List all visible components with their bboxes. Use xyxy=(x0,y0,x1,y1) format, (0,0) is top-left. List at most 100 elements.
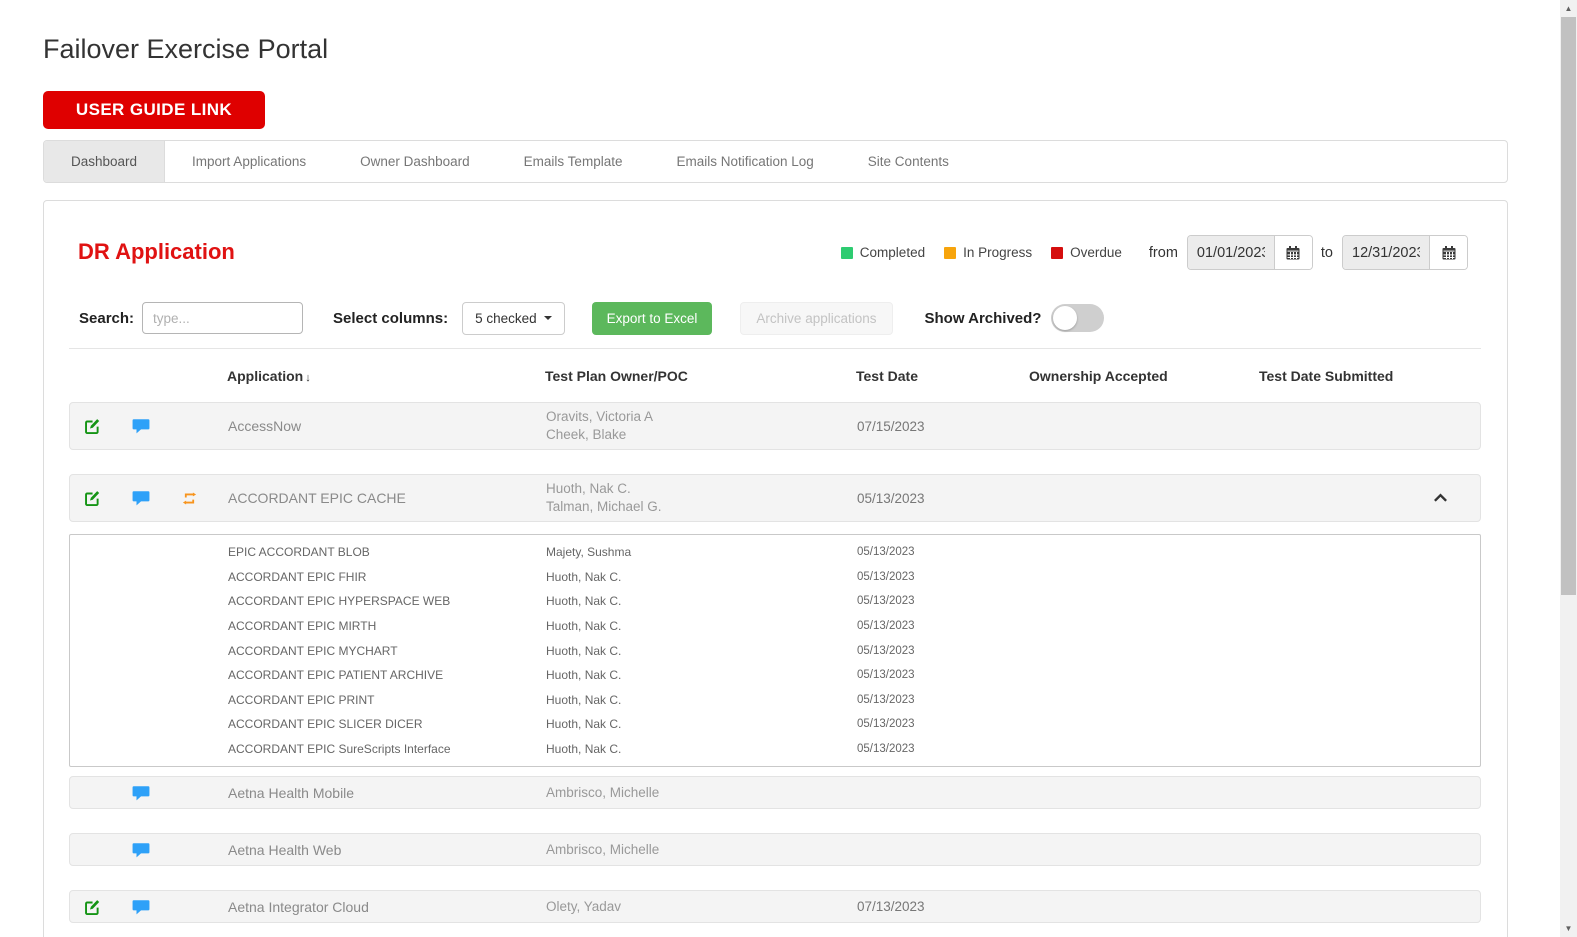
owner-line: Ambrisco, Michelle xyxy=(546,784,857,802)
child-test-date: 05/13/2023 xyxy=(857,645,1030,657)
overdue-status-swatch xyxy=(1051,247,1063,259)
user-guide-link-button[interactable]: USER GUIDE LINK xyxy=(43,91,265,129)
child-owner-poc: Huoth, Nak C. xyxy=(546,570,857,584)
select-columns-label: Select columns: xyxy=(333,310,448,327)
owner-line: Talman, Michael G. xyxy=(546,498,857,516)
tab-site-contents[interactable]: Site Contents xyxy=(841,141,976,182)
child-application-name: ACCORDANT EPIC MYCHART xyxy=(228,644,546,658)
header-test-date-submitted[interactable]: Test Date Submitted xyxy=(1259,368,1431,384)
export-to-excel-button[interactable]: Export to Excel xyxy=(592,302,713,335)
child-ownership-accepted-cell xyxy=(1030,666,1260,684)
header-owner[interactable]: Test Plan Owner/POC xyxy=(545,368,856,384)
child-test-date: 05/13/2023 xyxy=(857,571,1030,583)
child-ownership-accepted-cell xyxy=(1030,715,1260,733)
child-table-row: ACCORDANT EPIC FHIRHuoth, Nak C.05/13/20… xyxy=(70,565,1480,590)
child-test-date-submitted-cell xyxy=(1260,568,1432,586)
child-test-date-submitted-cell xyxy=(1260,642,1432,660)
edit-icon[interactable] xyxy=(82,488,102,508)
row-action-icons xyxy=(70,834,228,865)
dr-application-panel: DR Application Completed In Progress Ove… xyxy=(43,200,1508,937)
child-ownership-accepted-cell xyxy=(1030,592,1260,610)
row-action-icons xyxy=(70,777,228,808)
application-name: AccessNow xyxy=(228,418,546,434)
icon-slot-empty xyxy=(82,840,102,860)
header-ownership-accepted[interactable]: Ownership Accepted xyxy=(1029,368,1259,384)
show-archived-label: Show Archived? xyxy=(925,310,1042,327)
collapse-chevron-icon[interactable] xyxy=(1432,493,1480,503)
child-test-date: 05/13/2023 xyxy=(857,669,1030,681)
calendar-icon xyxy=(1441,245,1457,261)
show-archived-toggle[interactable] xyxy=(1051,304,1104,332)
test-date: 07/13/2023 xyxy=(857,899,1030,914)
tab-dashboard[interactable]: Dashboard xyxy=(44,141,165,182)
child-ownership-accepted-cell xyxy=(1030,617,1260,635)
legend-in-progress: In Progress xyxy=(944,245,1032,260)
owner-poc: Huoth, Nak C.Talman, Michael G. xyxy=(546,480,857,516)
scroll-up-icon[interactable]: ▲ xyxy=(1560,0,1577,17)
to-date-input[interactable] xyxy=(1343,236,1429,269)
repeat-icon[interactable] xyxy=(179,488,199,508)
tab-emails-template[interactable]: Emails Template xyxy=(497,141,650,182)
sort-down-icon: ↓ xyxy=(305,372,311,384)
application-name: Aetna Health Mobile xyxy=(228,785,546,801)
from-calendar-button[interactable] xyxy=(1274,236,1312,269)
icon-slot-empty xyxy=(179,897,199,917)
tab-import-applications[interactable]: Import Applications xyxy=(165,141,333,182)
child-test-date: 05/13/2023 xyxy=(857,694,1030,706)
child-test-date-submitted-cell xyxy=(1260,666,1432,684)
tab-emails-notification-log[interactable]: Emails Notification Log xyxy=(649,141,840,182)
select-columns-dropdown[interactable]: 5 checked xyxy=(462,302,565,335)
icon-slot-empty xyxy=(82,783,102,803)
edit-icon[interactable] xyxy=(82,416,102,436)
icon-slot-empty xyxy=(179,840,199,860)
icon-slot-empty xyxy=(179,783,199,803)
row-action-icons xyxy=(70,891,228,922)
child-table-row: ACCORDANT EPIC PRINTHuoth, Nak C.05/13/2… xyxy=(70,688,1480,713)
vertical-scrollbar[interactable]: ▲ ▼ xyxy=(1560,0,1577,937)
child-test-date: 05/13/2023 xyxy=(857,718,1030,730)
child-application-name: ACCORDANT EPIC MIRTH xyxy=(228,619,546,633)
search-input[interactable] xyxy=(142,302,303,334)
table-toolbar: Search: Select columns: 5 checked Export… xyxy=(79,301,1104,335)
comment-icon[interactable] xyxy=(131,416,151,436)
comment-icon[interactable] xyxy=(131,783,151,803)
icon-slot-empty xyxy=(179,416,199,436)
comment-icon[interactable] xyxy=(131,840,151,860)
toggle-knob xyxy=(1053,306,1077,330)
comment-icon[interactable] xyxy=(131,897,151,917)
child-table-row: ACCORDANT EPIC HYPERSPACE WEBHuoth, Nak … xyxy=(70,589,1480,614)
header-application[interactable]: Application↓ xyxy=(227,368,545,384)
child-table-row: ACCORDANT EPIC PATIENT ARCHIVEHuoth, Nak… xyxy=(70,663,1480,688)
child-test-date-submitted-cell xyxy=(1260,691,1432,709)
child-ownership-accepted-cell xyxy=(1030,543,1260,561)
child-test-date: 05/13/2023 xyxy=(857,595,1030,607)
owner-line: Ambrisco, Michelle xyxy=(546,841,857,859)
child-application-name: ACCORDANT EPIC SureScripts Interface xyxy=(228,742,546,756)
to-calendar-button[interactable] xyxy=(1429,236,1467,269)
from-date-group xyxy=(1187,235,1313,270)
child-ownership-accepted-cell xyxy=(1030,740,1260,758)
in-progress-status-swatch xyxy=(944,247,956,259)
row-action-icons xyxy=(70,403,228,449)
child-owner-poc: Huoth, Nak C. xyxy=(546,693,857,707)
header-test-date[interactable]: Test Date xyxy=(856,368,1029,384)
table-row: Aetna Health MobileAmbrisco, Michelle xyxy=(69,776,1481,809)
comment-icon[interactable] xyxy=(131,488,151,508)
owner-poc: Olety, Yadav xyxy=(546,898,857,916)
scroll-down-icon[interactable]: ▼ xyxy=(1560,920,1577,937)
test-date: 07/15/2023 xyxy=(857,419,1030,434)
child-application-name: EPIC ACCORDANT BLOB xyxy=(228,545,546,559)
tab-owner-dashboard[interactable]: Owner Dashboard xyxy=(333,141,497,182)
application-name: ACCORDANT EPIC CACHE xyxy=(228,490,546,506)
child-owner-poc: Huoth, Nak C. xyxy=(546,619,857,633)
table-row: Aetna Health WebAmbrisco, Michelle xyxy=(69,833,1481,866)
toolbar-divider xyxy=(69,348,1481,349)
child-test-date: 05/13/2023 xyxy=(857,620,1030,632)
child-test-date-submitted-cell xyxy=(1260,543,1432,561)
ownership-accepted-cell xyxy=(1030,841,1260,859)
scrollbar-thumb[interactable] xyxy=(1561,17,1576,595)
child-table-row: ACCORDANT EPIC SLICER DICERHuoth, Nak C.… xyxy=(70,712,1480,737)
from-date-input[interactable] xyxy=(1188,236,1274,269)
completed-status-swatch xyxy=(841,247,853,259)
edit-icon[interactable] xyxy=(82,897,102,917)
